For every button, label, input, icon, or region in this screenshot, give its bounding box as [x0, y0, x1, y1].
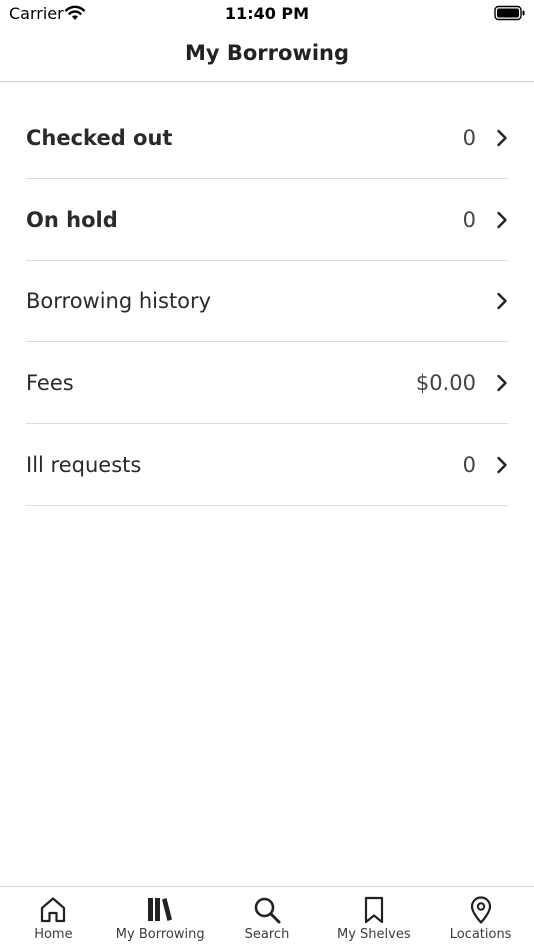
chevron-right-icon	[497, 456, 507, 473]
tab-label: My Shelves	[336, 927, 411, 942]
list-item-value: 0	[462, 126, 476, 150]
tab-label: Search	[244, 927, 290, 942]
tab-label: My Borrowing	[115, 927, 205, 942]
list-item-borrowing-history[interactable]: Borrowing history	[26, 261, 508, 342]
tab-bar: Home My Borrowing Search My Shelves Loca…	[0, 886, 534, 951]
status-bar: Carrier 11:40 PM	[0, 0, 534, 28]
status-time: 11:40 PM	[224, 4, 310, 23]
list-item-label: Ill requests	[26, 452, 142, 477]
list-item-label: Borrowing history	[26, 289, 212, 313]
battery-icon	[494, 5, 525, 21]
list-item-value: 0	[462, 207, 476, 232]
list-item-fees[interactable]: Fees $0.00	[26, 342, 508, 424]
chevron-right-icon	[497, 374, 507, 391]
home-icon	[41, 897, 66, 923]
page-title: My Borrowing	[184, 41, 350, 65]
list-item-label: Checked out	[26, 126, 173, 150]
list-item-ill-requests[interactable]: Ill requests 0	[26, 424, 508, 506]
list-item-value: $0.00	[415, 370, 476, 395]
list-item-value: 0	[462, 452, 476, 477]
bookmark-icon	[364, 896, 383, 924]
chevron-right-icon	[497, 211, 507, 228]
borrowing-list: Checked out 0 On hold 0 Borrowing histor…	[26, 98, 508, 506]
tab-search[interactable]: Search	[214, 887, 321, 951]
tab-label: Locations	[449, 927, 512, 942]
list-item-checked-out[interactable]: Checked out 0	[26, 98, 508, 179]
books-icon	[148, 898, 173, 921]
tab-label: Home	[34, 927, 73, 942]
tab-locations[interactable]: Locations	[427, 887, 534, 951]
list-item-label: On hold	[26, 207, 118, 232]
chevron-right-icon	[497, 292, 507, 310]
search-icon	[254, 897, 281, 924]
navigation-bar: My Borrowing	[0, 28, 534, 82]
tab-my-borrowing[interactable]: My Borrowing	[107, 887, 214, 951]
chevron-right-icon	[497, 129, 507, 147]
location-pin-icon	[470, 896, 491, 924]
tab-home[interactable]: Home	[0, 887, 107, 951]
tab-my-shelves[interactable]: My Shelves	[320, 887, 427, 951]
list-item-label: Fees	[26, 370, 74, 395]
list-item-on-hold[interactable]: On hold 0	[26, 179, 508, 261]
